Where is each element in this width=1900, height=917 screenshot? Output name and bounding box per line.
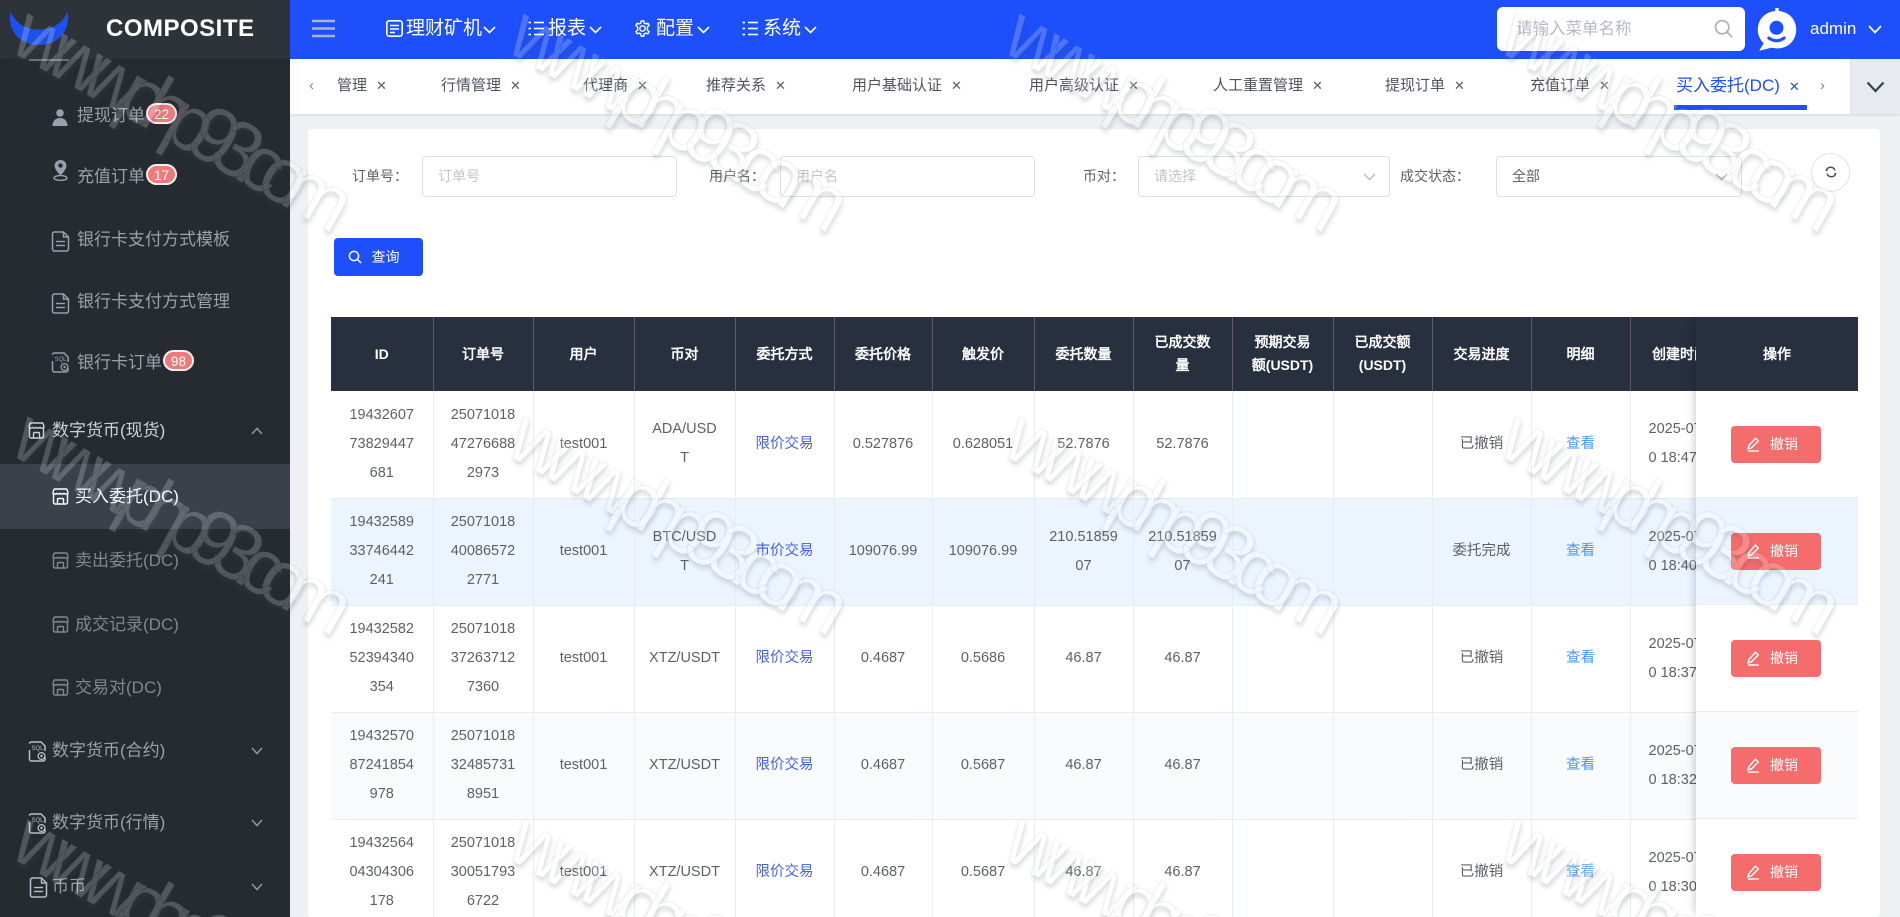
- svg-text:SQL: SQL: [32, 818, 45, 824]
- svg-text:SQL: SQL: [55, 357, 68, 363]
- svg-text:SQL: SQL: [32, 746, 45, 752]
